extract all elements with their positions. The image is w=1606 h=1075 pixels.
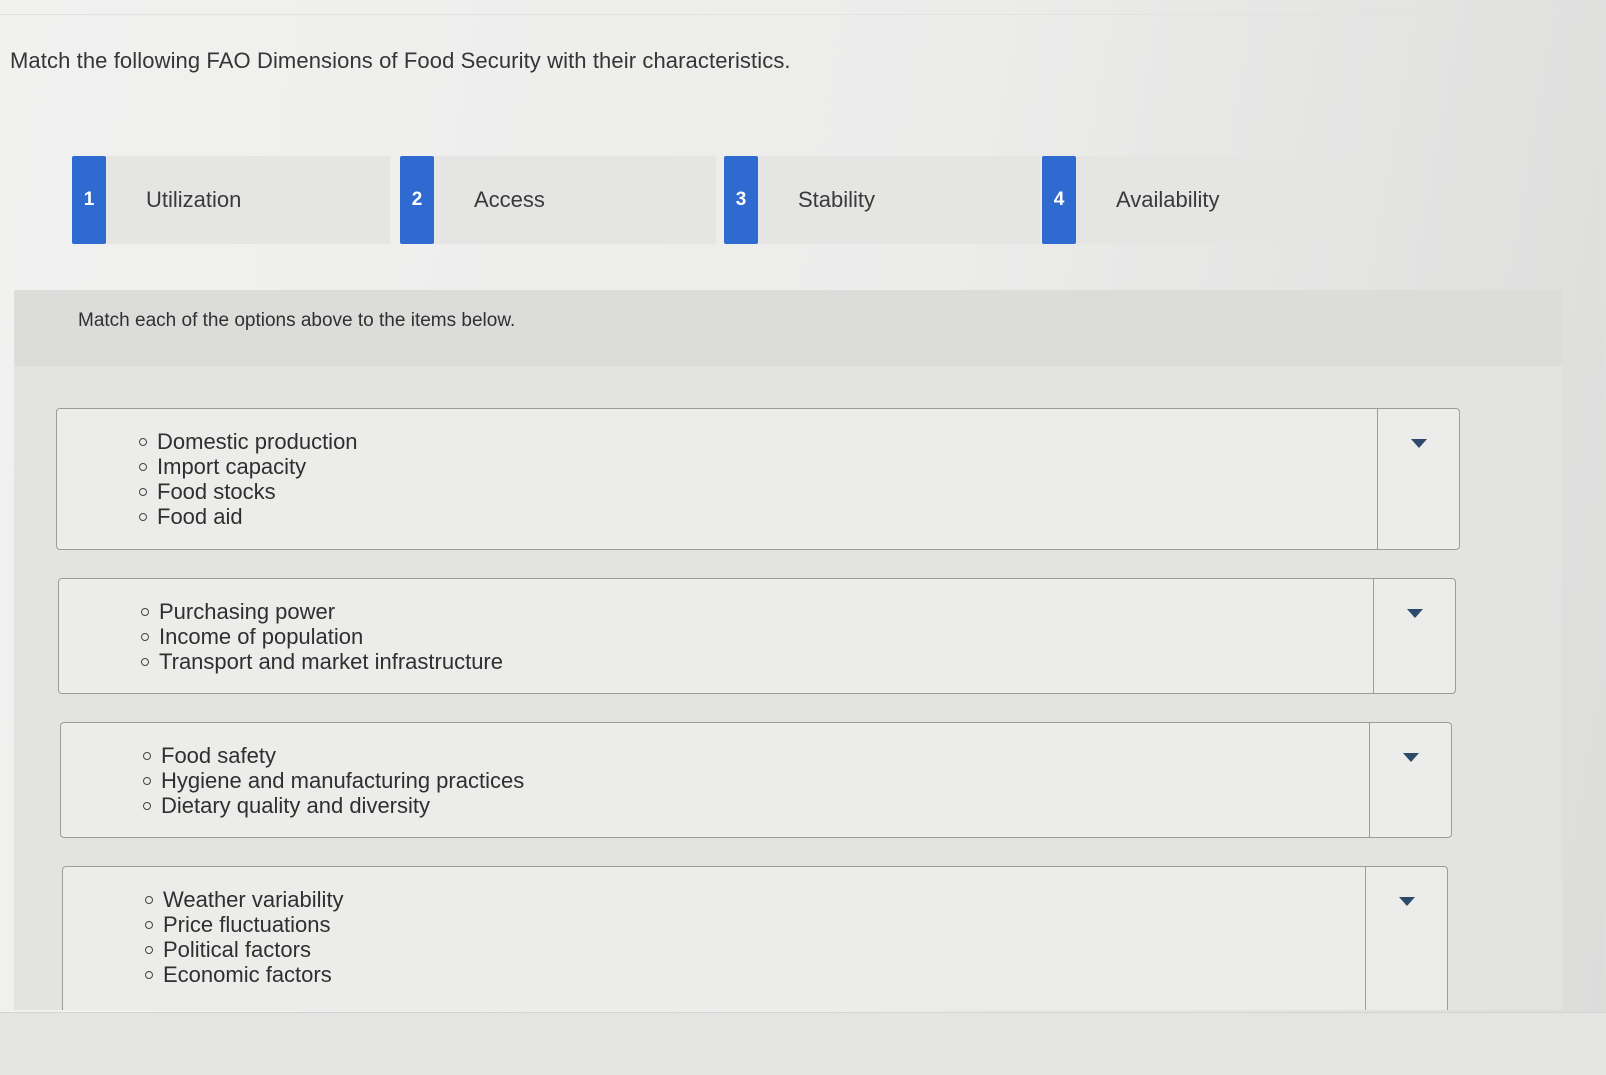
chevron-down-icon <box>1407 609 1423 618</box>
bottom-bar <box>0 1012 1606 1075</box>
match-dropdown[interactable] <box>1365 867 1447 1010</box>
bullet-icon <box>141 607 149 616</box>
top-divider <box>0 14 1606 15</box>
option-tile-1[interactable]: 1 Utilization <box>72 156 390 244</box>
match-item-4: Weather variability Price fluctuations P… <box>62 866 1448 1010</box>
match-dropdown[interactable] <box>1377 409 1459 549</box>
option-number-badge: 2 <box>400 156 434 244</box>
chevron-down-icon <box>1399 897 1415 906</box>
match-dropdown[interactable] <box>1369 723 1451 837</box>
option-tile-3[interactable]: 3 Stability <box>724 156 1040 244</box>
characteristics-list: Domestic production Import capacity Food… <box>139 429 358 529</box>
bullet-icon <box>139 487 147 496</box>
option-tile-4[interactable]: 4 Availability <box>1042 156 1354 244</box>
list-item: Food safety <box>143 743 524 768</box>
option-label: Availability <box>1116 187 1220 212</box>
list-item: Domestic production <box>139 429 358 454</box>
list-item: Purchasing power <box>141 599 503 624</box>
list-item: Weather variability <box>145 887 344 912</box>
list-item: Economic factors <box>145 962 344 987</box>
question-text: Match the following FAO Dimensions of Fo… <box>10 48 791 73</box>
bullet-icon <box>145 970 153 979</box>
match-item-3: Food safety Hygiene and manufacturing pr… <box>60 722 1452 838</box>
option-label: Stability <box>798 187 876 212</box>
bullet-icon <box>141 632 149 641</box>
option-label: Utilization <box>146 187 242 212</box>
bullet-icon <box>143 751 151 760</box>
match-item-2: Purchasing power Income of population Tr… <box>58 578 1456 694</box>
bullet-icon <box>143 776 151 785</box>
chevron-down-icon <box>1403 753 1419 762</box>
chevron-down-icon <box>1411 439 1427 448</box>
bullet-icon <box>145 945 153 954</box>
list-item: Import capacity <box>139 454 358 479</box>
matching-panel: Match each of the options above to the i… <box>14 290 1562 1010</box>
match-item-1: Domestic production Import capacity Food… <box>56 408 1460 550</box>
panel-header: Match each of the options above to the i… <box>14 290 1562 366</box>
list-item: Transport and market infrastructure <box>141 649 503 674</box>
option-number-badge: 1 <box>72 156 106 244</box>
bullet-icon <box>143 801 151 810</box>
bullet-icon <box>139 437 147 446</box>
list-item: Food stocks <box>139 479 358 504</box>
list-item: Food aid <box>139 504 358 529</box>
instruction-text: Match each of the options above to the i… <box>78 310 516 331</box>
bullet-icon <box>145 895 153 904</box>
list-item: Price fluctuations <box>145 912 344 937</box>
bullet-icon <box>141 657 149 666</box>
list-item: Income of population <box>141 624 503 649</box>
bullet-icon <box>139 462 147 471</box>
option-label: Access <box>474 187 545 212</box>
bullet-icon <box>139 512 147 521</box>
bullet-icon <box>145 920 153 929</box>
options-row: 1 Utilization 2 Access 3 Stability 4 Ava… <box>72 156 1392 248</box>
list-item: Political factors <box>145 937 344 962</box>
option-number-badge: 3 <box>724 156 758 244</box>
list-item: Dietary quality and diversity <box>143 793 524 818</box>
match-dropdown[interactable] <box>1373 579 1455 693</box>
characteristics-list: Weather variability Price fluctuations P… <box>145 887 344 987</box>
option-number-badge: 4 <box>1042 156 1076 244</box>
option-tile-2[interactable]: 2 Access <box>400 156 716 244</box>
characteristics-list: Food safety Hygiene and manufacturing pr… <box>143 743 524 818</box>
characteristics-list: Purchasing power Income of population Tr… <box>141 599 503 674</box>
list-item: Hygiene and manufacturing practices <box>143 768 524 793</box>
